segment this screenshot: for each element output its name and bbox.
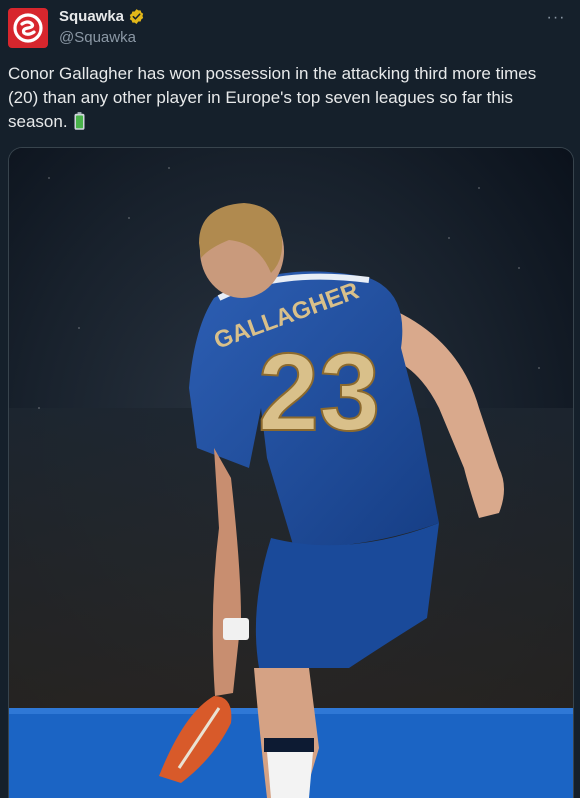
author-row: Squawka <box>59 8 145 25</box>
jersey-number: 23 <box>258 331 380 454</box>
photo-scene: GALLAGHER 23 <box>9 148 573 798</box>
author-handle[interactable]: @Squawka <box>59 29 136 46</box>
tweet-text: Conor Gallagher has won possession in th… <box>8 62 553 134</box>
tweet-body: Conor Gallagher has won possession in th… <box>8 64 541 131</box>
more-options-icon[interactable]: ··· <box>544 8 568 28</box>
battery-full-icon <box>74 112 85 130</box>
avatar[interactable] <box>8 8 48 48</box>
author-name[interactable]: Squawka <box>59 8 124 25</box>
verified-badge-icon[interactable] <box>128 8 145 25</box>
squawka-logo-icon <box>13 13 43 43</box>
tweet-photo[interactable]: GALLAGHER 23 <box>8 147 574 798</box>
